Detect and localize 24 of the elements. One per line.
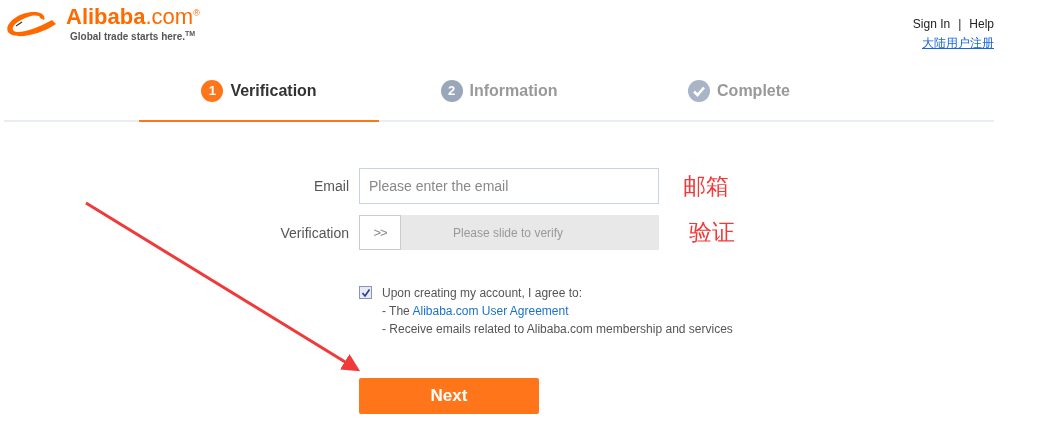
logo-wordmark: Alibaba.com$^{®}$: [66, 3, 200, 28]
checkbox[interactable]: [359, 286, 372, 299]
agreement-text: - Receive emails related to Alibaba.com membership and services: [382, 321, 733, 338]
step-label: Information: [469, 81, 558, 100]
header-link[interactable]: Help: [969, 17, 994, 31]
check-icon: [688, 79, 711, 102]
header-link[interactable]: Sign In: [912, 17, 951, 31]
step-number: 1: [201, 79, 224, 102]
annotation-text: 验证: [689, 218, 736, 247]
step-label: Complete: [717, 81, 790, 100]
agreement-text: Upon creating my account, I agree to:: [382, 285, 584, 302]
step-label: Verification: [230, 81, 317, 100]
register-link[interactable]: 大陆用户注册: [922, 35, 994, 52]
field-label: Verification: [279, 224, 349, 241]
slider-hint: Please slide to verify: [453, 225, 564, 240]
logo-tagline: Global trade starts here.$^{TM}$: [70, 29, 197, 43]
annotation-text: 邮箱: [683, 171, 730, 201]
field-label: Email: [313, 178, 349, 194]
email-field[interactable]: Please enter the email: [359, 168, 659, 204]
agreement-link[interactable]: Alibaba.com User Agreement: [412, 304, 569, 318]
agreement-text: - The: [382, 304, 411, 318]
step-number: 2: [440, 79, 463, 102]
slider-handle[interactable]: >>: [359, 215, 401, 250]
separator: |: [958, 17, 962, 31]
